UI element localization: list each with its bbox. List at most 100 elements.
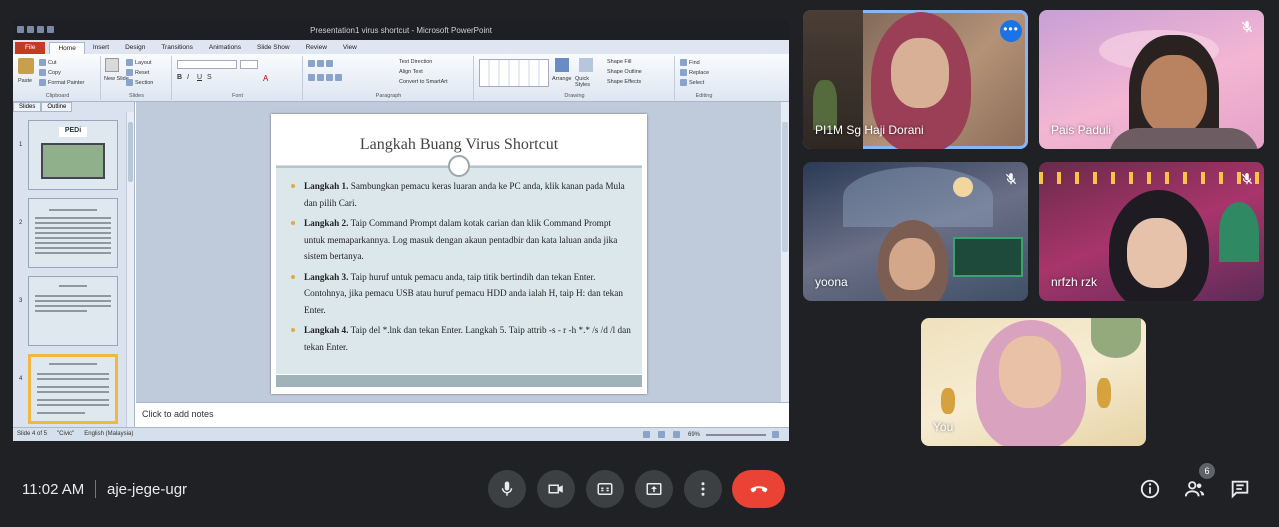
end-call-icon: [750, 486, 767, 493]
shapes-gallery[interactable]: [479, 59, 549, 87]
tab-insert[interactable]: Insert: [85, 42, 117, 54]
convert-smartart-button[interactable]: Convert to SmartArt: [399, 79, 448, 85]
mic-icon: [501, 481, 513, 496]
participant-tile-2[interactable]: Pais Paduli: [1039, 10, 1264, 149]
paste-icon[interactable]: [18, 58, 34, 74]
align-icons[interactable]: [308, 74, 344, 81]
shape-outline-button[interactable]: Shape Outline: [607, 69, 642, 75]
people-button[interactable]: [1182, 476, 1208, 502]
slide-counter: Slide 4 of 5: [17, 431, 48, 437]
cut-button[interactable]: Cut: [39, 59, 57, 66]
camera-button[interactable]: [537, 470, 575, 508]
format-painter-button[interactable]: Format Painter: [39, 79, 84, 86]
sorter-view-icon[interactable]: [657, 431, 665, 438]
thumb-image: [41, 143, 105, 179]
slide-thumbnail-2[interactable]: [28, 198, 118, 268]
tab-view[interactable]: View: [335, 42, 365, 54]
ornament: [1091, 318, 1141, 358]
tab-outline[interactable]: Outline: [41, 102, 73, 112]
participant-tile-3[interactable]: yoona: [803, 162, 1028, 301]
reset-button[interactable]: Reset: [126, 69, 149, 76]
participant-tile-self[interactable]: You: [921, 318, 1146, 446]
slides-panel: Slides Outline 1 PEDi 2 3 4: [13, 102, 135, 427]
tab-file[interactable]: File: [15, 42, 46, 54]
chat-button[interactable]: [1227, 476, 1253, 502]
bullet-list: Langkah 1. Sambungkan pemacu keras luara…: [288, 178, 633, 359]
end-call-button[interactable]: [732, 470, 785, 508]
group-font: B I U S A Font: [173, 56, 303, 100]
meeting-code: aje-jege-ugr: [107, 481, 188, 498]
normal-view-icon[interactable]: [642, 431, 650, 438]
slide-thumbnail-4[interactable]: [28, 354, 118, 424]
tab-design[interactable]: Design: [117, 42, 153, 54]
replace-icon: [680, 69, 687, 76]
reading-view-icon[interactable]: [672, 431, 680, 438]
arrange-button[interactable]: Arrange: [552, 76, 572, 82]
section-button[interactable]: Section: [126, 79, 153, 86]
group-editing: Find Replace Select Editing: [676, 56, 732, 100]
captions-button[interactable]: [586, 470, 624, 508]
scroll-thumb[interactable]: [128, 122, 133, 182]
underline-icon[interactable]: U: [197, 74, 202, 81]
bold-icon[interactable]: B: [177, 74, 182, 81]
person-shirt: [1109, 128, 1259, 149]
italic-icon[interactable]: I: [187, 74, 189, 81]
shadow-icon[interactable]: S: [207, 74, 212, 81]
tab-animations[interactable]: Animations: [201, 42, 249, 54]
present-button[interactable]: [635, 470, 673, 508]
group-label: Clipboard: [45, 93, 70, 99]
layout-button[interactable]: Layout: [126, 59, 152, 66]
theme-name: "Civic": [57, 431, 75, 437]
new-slide-icon[interactable]: [105, 58, 119, 72]
tab-transitions[interactable]: Transitions: [153, 42, 201, 54]
font-color-icon[interactable]: A: [263, 74, 268, 83]
panel-tabs: Slides Outline: [13, 102, 134, 112]
meeting-time: 11:02 AM: [22, 481, 85, 498]
shape-effects-button[interactable]: Shape Effects: [607, 79, 641, 85]
quick-styles-icon[interactable]: [579, 58, 593, 72]
font-size-field[interactable]: [240, 60, 258, 69]
select-button[interactable]: Select: [680, 79, 704, 86]
notes-pane[interactable]: Click to add notes: [136, 402, 789, 427]
paste-button[interactable]: Paste: [18, 78, 32, 84]
language-status[interactable]: English (Malaysia): [84, 431, 133, 437]
find-icon: [680, 59, 687, 66]
zoom-slider[interactable]: [706, 433, 766, 436]
participant-tile-1[interactable]: ••• PI1M Sg Haji Dorani: [803, 10, 1028, 149]
panel-scrollbar[interactable]: [126, 112, 134, 427]
meeting-info-button[interactable]: [1137, 476, 1163, 502]
bullet-dot: [291, 221, 295, 225]
current-slide[interactable]: Langkah Buang Virus Shortcut Langkah 1. …: [271, 114, 647, 394]
shape-fill-button[interactable]: Shape Fill: [607, 59, 631, 65]
zoom-level[interactable]: 69%: [688, 432, 700, 438]
canvas-scrollbar[interactable]: [780, 102, 789, 402]
thumb-number: 1: [19, 142, 23, 148]
more-options-button[interactable]: [684, 470, 722, 508]
title-ornament: [448, 155, 470, 177]
tab-review[interactable]: Review: [298, 42, 335, 54]
slide-thumbnail-1[interactable]: PEDi: [28, 120, 118, 190]
text-direction-button[interactable]: Text Direction: [399, 59, 432, 65]
participant-name: You: [933, 420, 954, 434]
thumb-title: PEDi: [59, 127, 87, 137]
find-button[interactable]: Find: [680, 59, 700, 66]
participant-tile-4[interactable]: nrfzh rzk: [1039, 162, 1264, 301]
tab-slide-show[interactable]: Slide Show: [249, 42, 298, 54]
person-face: [999, 336, 1061, 408]
copy-button[interactable]: Copy: [39, 69, 61, 76]
font-name-field[interactable]: [177, 60, 237, 69]
arrange-icon[interactable]: [555, 58, 569, 72]
fit-slide-icon[interactable]: [772, 431, 779, 438]
mic-button[interactable]: [488, 470, 526, 508]
quick-styles-button[interactable]: Quick Styles: [575, 76, 601, 88]
more-options-icon[interactable]: •••: [1000, 20, 1022, 42]
replace-button[interactable]: Replace: [680, 69, 709, 76]
bullets-icon[interactable]: [308, 60, 335, 67]
scroll-thumb[interactable]: [782, 122, 788, 252]
tab-slides[interactable]: Slides: [13, 102, 42, 112]
align-text-button[interactable]: Align Text: [399, 69, 423, 75]
mic-off-icon: [1240, 172, 1254, 186]
tab-home[interactable]: Home: [49, 42, 85, 54]
slide-thumbnail-3[interactable]: [28, 276, 118, 346]
group-clipboard: Paste Cut Copy Format Painter Clipboard: [15, 56, 101, 100]
